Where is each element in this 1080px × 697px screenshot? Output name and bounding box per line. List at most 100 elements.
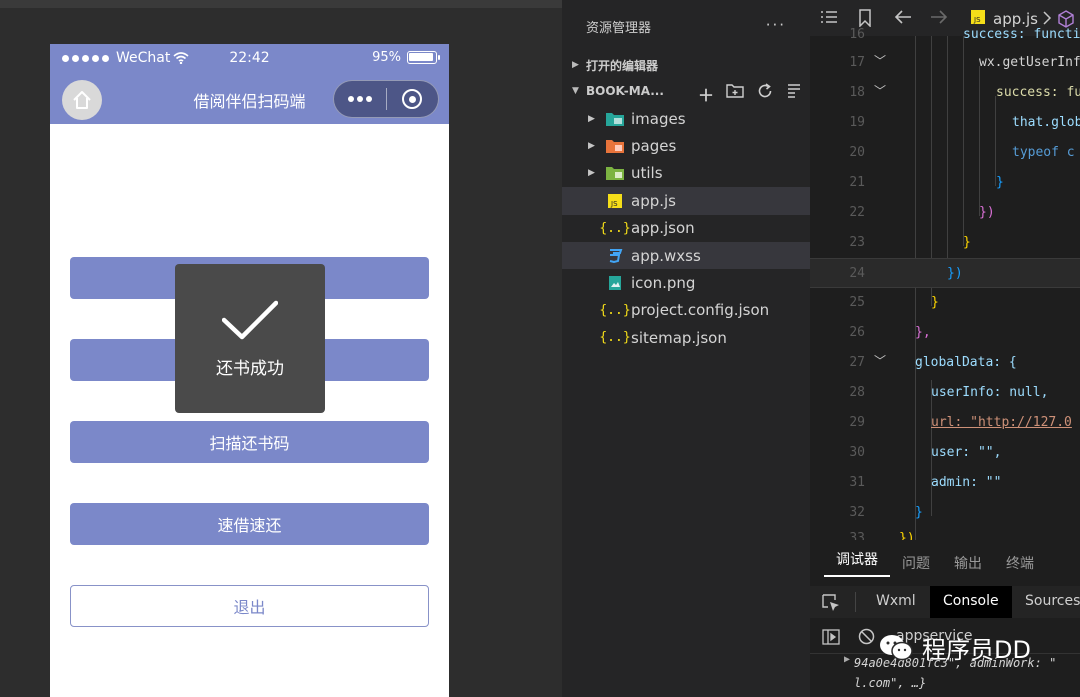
explorer-actions: ＋	[698, 82, 802, 106]
tree-folder-utils[interactable]: ▶ utils	[562, 160, 810, 187]
refresh-icon[interactable]	[756, 82, 774, 100]
svg-text:JS: JS	[610, 200, 618, 208]
tab-terminal[interactable]: 终端	[994, 553, 1046, 573]
open-editors-section[interactable]: ▶ 打开的编辑器	[562, 52, 810, 78]
line-number: 33	[849, 531, 865, 540]
tree-folder-images[interactable]: ▶ images	[562, 105, 810, 132]
line-number: 19	[849, 115, 865, 130]
json-file-icon: {..}	[599, 220, 631, 236]
line-number: 21	[849, 175, 865, 190]
explorer-header: 资源管理器 ···	[562, 0, 810, 52]
pages-folder-icon	[606, 138, 624, 154]
line-number: 23	[849, 235, 865, 250]
code-text: })	[899, 531, 915, 540]
line-number: 25	[849, 295, 865, 310]
tree-file-project-config[interactable]: {..} project.config.json	[562, 297, 810, 324]
battery-indicator: 95%	[372, 50, 440, 65]
code-text: typeof c	[1012, 145, 1075, 160]
code-line[interactable]: 29 url: "http://127.0	[810, 408, 1080, 438]
tab-output[interactable]: 输出	[942, 553, 994, 573]
line-number: 31	[849, 475, 865, 490]
collapse-all-icon[interactable]	[786, 82, 802, 98]
tree-folder-pages[interactable]: ▶ pages	[562, 132, 810, 159]
code-line[interactable]: 20 typeof c	[810, 138, 1080, 168]
code-text: },	[915, 325, 931, 340]
code-line[interactable]: 22})	[810, 198, 1080, 228]
scan-return-code-button[interactable]: 扫描还书码	[70, 421, 429, 463]
tree-file-app-wxss[interactable]: app.wxss	[562, 241, 810, 270]
tab-problems[interactable]: 问题	[890, 553, 942, 573]
tab-debugger[interactable]: 调试器	[824, 549, 890, 577]
code-line[interactable]: 27 ﹀ globalData: {	[810, 348, 1080, 378]
sidebar-toggle-icon[interactable]	[822, 629, 840, 645]
project-section[interactable]: ▼ BOOK-MA... ＋	[562, 78, 810, 106]
code-line[interactable]: 23}	[810, 228, 1080, 258]
image-file-icon	[606, 275, 624, 291]
simulator-toolbar	[0, 0, 562, 8]
code-line-current[interactable]: 24})	[810, 258, 1080, 288]
utils-folder-icon	[606, 165, 624, 181]
line-number: 18	[849, 85, 865, 100]
quick-borrow-return-button[interactable]: 速借速还	[70, 503, 429, 545]
more-dot-icon	[348, 96, 354, 102]
line-number: 27	[849, 355, 865, 370]
chevron-right-icon: ▶	[588, 168, 595, 179]
success-toast: 还书成功	[175, 264, 325, 413]
chevron-right-icon: ▶	[588, 141, 595, 152]
tree-file-sitemap[interactable]: {..} sitemap.json	[562, 324, 810, 351]
more-actions-icon[interactable]: ···	[766, 16, 786, 34]
file-tree: ▶ images ▶ pages ▶ utils JS app.js {..} …	[562, 105, 810, 352]
code-line[interactable]: 25}	[810, 288, 1080, 318]
close-miniprogram-button[interactable]	[387, 89, 438, 109]
toast-message: 还书成功	[216, 359, 284, 379]
code-line[interactable]: 30 user: "",	[810, 438, 1080, 468]
chevron-down-icon[interactable]: ﹀	[874, 52, 886, 69]
expand-arrow-icon[interactable]: ▶	[844, 654, 850, 665]
clear-console-icon[interactable]	[858, 628, 875, 645]
status-bar: WeChat 22:42 95%	[50, 44, 449, 74]
code-editor: JS app.js 16 success: functi 17 ﹀ wx.getUse…	[810, 0, 1080, 540]
file-explorer: 资源管理器 ··· ▶ 打开的编辑器 ▼ BOOK-MA... ＋ ▶ imag…	[562, 0, 810, 697]
line-number: 29	[849, 415, 865, 430]
code-text: }	[931, 295, 939, 310]
code-line[interactable]: 17 ﹀ wx.getUserInf	[810, 48, 1080, 78]
console-line: l.com", …}	[854, 676, 927, 690]
tree-item-label: icon.png	[631, 274, 696, 293]
code-text: wx.getUserInf	[979, 55, 1080, 70]
line-number: 28	[849, 385, 865, 400]
code-line[interactable]: 16 success: functi	[810, 20, 1080, 50]
code-line[interactable]: 31 admin: ""	[810, 468, 1080, 498]
json-file-icon: {..}	[599, 330, 631, 346]
new-file-icon[interactable]: ＋	[698, 82, 714, 106]
code-text: })	[947, 266, 963, 281]
code-line[interactable]: 18 ﹀ success: fu	[810, 78, 1080, 108]
tree-file-icon-png[interactable]: icon.png	[562, 269, 810, 296]
code-line[interactable]: 26},	[810, 318, 1080, 348]
chevron-down-icon[interactable]: ﹀	[874, 352, 886, 369]
tree-file-app-js[interactable]: JS app.js	[562, 187, 810, 215]
open-editors-label: 打开的编辑器	[586, 58, 659, 73]
tree-item-label: app.json	[631, 219, 695, 238]
code-line[interactable]: 28 userInfo: null,	[810, 378, 1080, 408]
watermark-text: 程序员DD	[922, 636, 1031, 664]
tab-console[interactable]: Console	[930, 586, 1012, 618]
logout-button[interactable]: 退出	[70, 585, 429, 627]
element-picker-icon[interactable]	[822, 594, 840, 612]
code-line[interactable]: 21}	[810, 168, 1080, 198]
code-line[interactable]: 19 that.glob	[810, 108, 1080, 138]
more-menu-button[interactable]	[334, 96, 386, 102]
battery-icon	[407, 51, 440, 64]
code-line[interactable]: 33})	[810, 524, 1080, 540]
tree-item-label: images	[631, 109, 686, 128]
new-folder-icon[interactable]	[726, 82, 744, 98]
code-text: success: functi	[963, 27, 1080, 42]
tab-sources[interactable]: Sources	[1025, 593, 1080, 609]
tree-file-app-json[interactable]: {..} app.json	[562, 215, 810, 242]
phone-simulator: WeChat 22:42 95% 借阅伴侣扫码端 扫描还书码 速借速还 退出 还…	[50, 44, 449, 697]
chevron-down-icon[interactable]: ﹀	[874, 82, 886, 99]
tab-wxml[interactable]: Wxml	[876, 593, 916, 609]
chevron-right-icon: ▶	[572, 60, 579, 70]
devtools-panel: 调试器 问题 输出 终端 Wxml Console Sources appser…	[810, 540, 1080, 697]
more-dot-icon	[357, 96, 363, 102]
code-text: }	[915, 505, 923, 520]
